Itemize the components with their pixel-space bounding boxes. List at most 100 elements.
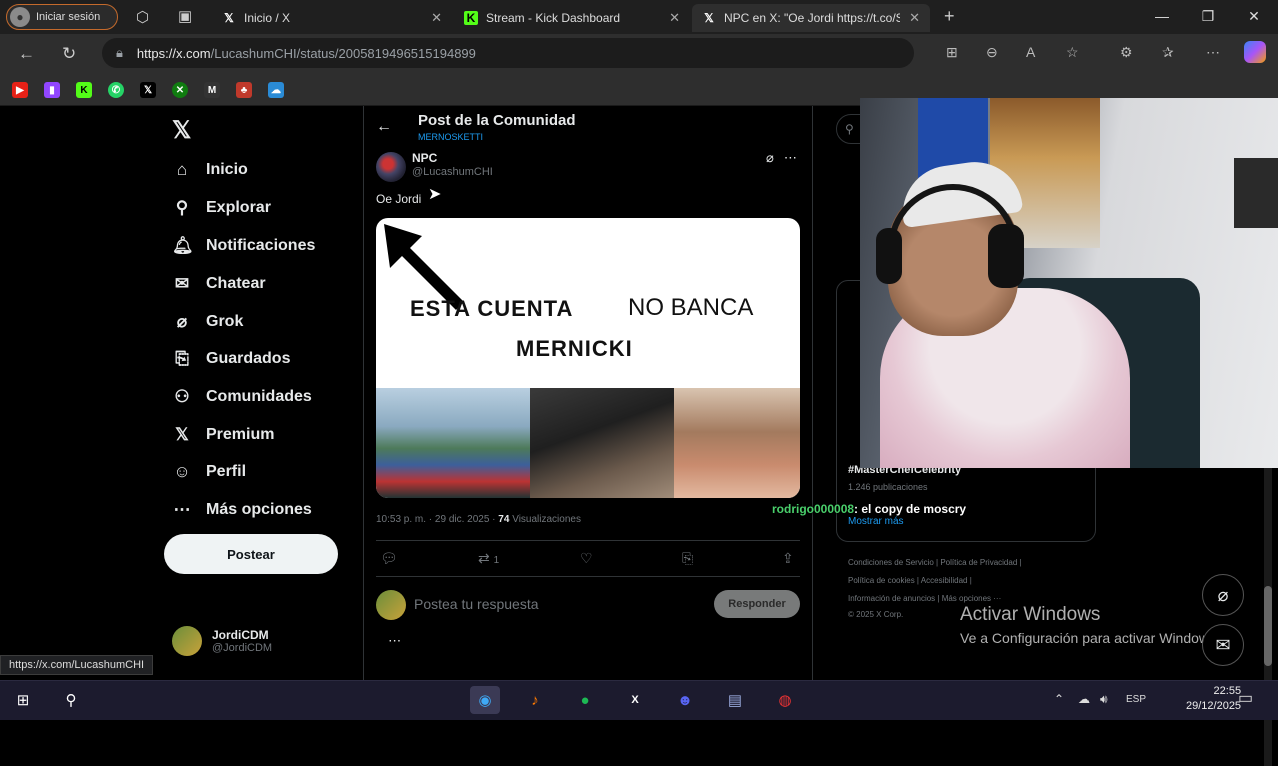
sidebar-item-label: Más opciones xyxy=(206,501,312,518)
tab-actions-icon[interactable]: ▣ xyxy=(178,7,192,25)
back-arrow-icon[interactable]: ← xyxy=(18,44,35,64)
share-icon[interactable]: ⇪ xyxy=(782,550,794,567)
volume-icon[interactable]: 🔊︎ xyxy=(1100,692,1108,707)
refresh-icon[interactable]: ↻ xyxy=(62,44,76,64)
whatsapp-icon[interactable]: ✆ xyxy=(108,82,124,98)
search-icon[interactable]: ⚲ xyxy=(56,686,86,714)
author-handle[interactable]: @LucashumCHI xyxy=(412,166,493,178)
app-icon[interactable]: ♣ xyxy=(236,82,252,98)
grok-icon[interactable]: ⌀ xyxy=(766,150,774,166)
obs-icon[interactable]: ◍ xyxy=(770,686,800,714)
search-icon: ⚲ xyxy=(175,198,189,217)
footer-links[interactable]: Información de anuncios | Más opciones ·… xyxy=(848,594,1001,603)
notifications-icon[interactable]: ▭ xyxy=(1238,688,1253,708)
scrollbar-thumb[interactable] xyxy=(1264,586,1272,666)
signin-button[interactable]: ● Iniciar sesión xyxy=(6,4,118,30)
x-logo-icon[interactable]: 𝕏 xyxy=(172,116,191,145)
back-arrow-icon[interactable]: ← xyxy=(376,118,392,136)
stream-chat-message: rodrigo000008: el copy de moscry xyxy=(772,502,966,516)
discord-icon[interactable]: ☻ xyxy=(670,686,700,714)
author-avatar[interactable] xyxy=(376,152,406,182)
account-more-icon[interactable]: ⋯ xyxy=(388,633,401,649)
xbox-icon[interactable]: ✕ xyxy=(172,82,188,98)
grok-icon: ⌀ xyxy=(1217,584,1229,605)
close-window-icon[interactable]: ✕ xyxy=(1244,8,1264,25)
minimize-icon[interactable]: — xyxy=(1152,8,1172,24)
language-indicator[interactable]: ESP xyxy=(1126,694,1146,705)
sidebar-item-perfil[interactable]: ☺ Perfil xyxy=(172,462,246,482)
sidebar-item-label: Comunidades xyxy=(206,388,312,405)
chat-username: rodrigo000008 xyxy=(772,502,855,516)
headphone-cup xyxy=(988,224,1024,288)
restore-icon[interactable]: ❐ xyxy=(1198,8,1218,25)
sidebar-item-premium[interactable]: 𝕏 Premium xyxy=(172,425,274,445)
sidebar-item-explorar[interactable]: ⚲ Explorar xyxy=(172,198,271,218)
kick-icon[interactable]: K xyxy=(76,82,92,98)
reply-input[interactable]: Postea tu respuesta xyxy=(414,596,539,612)
more-menu-icon[interactable]: ⋯ xyxy=(1206,44,1220,61)
like-icon[interactable]: ♡ xyxy=(580,550,593,567)
sidebar-item-chatear[interactable]: ✉ Chatear xyxy=(172,274,266,294)
post-text: Oe Jordi xyxy=(376,192,422,206)
reply-icon[interactable]: 💬︎ xyxy=(380,550,398,567)
bookmark-icon[interactable]: ⎘ xyxy=(682,550,693,567)
address-toolbar: ← ↻ 🔒︎ https://x.com/LucashumCHI/status/… xyxy=(0,34,1278,74)
close-tab-icon[interactable]: ✕ xyxy=(431,10,442,26)
copilot-icon[interactable] xyxy=(1244,41,1266,63)
community-link[interactable]: MERNOSKETTI xyxy=(418,132,483,142)
xsplit-icon[interactable]: X xyxy=(620,686,650,714)
repost-button[interactable]: ⇄ 1 xyxy=(478,550,499,567)
sidebar-item-inicio[interactable]: ⌂ Inicio xyxy=(172,160,248,180)
close-tab-icon[interactable]: ✕ xyxy=(909,10,920,26)
home-icon: ⌂ xyxy=(176,160,188,179)
reply-button[interactable]: Responder xyxy=(714,590,800,618)
youtube-icon[interactable]: ▶ xyxy=(12,82,28,98)
footer-links[interactable]: Política de cookies | Accesibilidad | xyxy=(848,576,972,585)
collections-icon[interactable]: ⬡ xyxy=(136,8,149,26)
author-name[interactable]: NPC xyxy=(412,151,437,165)
post-image[interactable]: ESTA CUENTA NO BANCA MERNICKI xyxy=(376,218,800,498)
grok-fab-button[interactable]: ⌀ xyxy=(1202,574,1244,616)
address-bar[interactable]: 🔒︎ https://x.com/LucashumCHI/status/2005… xyxy=(102,38,914,68)
meme-photo-group xyxy=(530,388,674,498)
sidebar-item-notificaciones[interactable]: 🔔︎ Notificaciones xyxy=(172,236,315,256)
tab-kick-dashboard[interactable]: K Stream - Kick Dashboard ✕ xyxy=(454,4,690,32)
post-button[interactable]: Postear xyxy=(164,534,338,574)
messages-fab-button[interactable]: ✉ xyxy=(1202,624,1244,666)
favorites-icon[interactable]: ✰ xyxy=(1162,44,1174,61)
tab-inicio[interactable]: 𝕏 Inicio / X ✕ xyxy=(212,4,452,32)
tray-chevron-icon[interactable]: ⌃ xyxy=(1054,692,1064,706)
close-tab-icon[interactable]: ✕ xyxy=(669,10,680,26)
x-bookmark-icon[interactable]: 𝕏 xyxy=(140,82,156,98)
app-available-icon[interactable]: ⊞ xyxy=(946,44,958,61)
sidebar-item-mas-opciones[interactable]: ⋯ Más opciones xyxy=(172,500,312,520)
sidebar-item-comunidades[interactable]: ⚇ Comunidades xyxy=(172,387,312,407)
tab-npc-post[interactable]: 𝕏 NPC en X: "Oe Jordi https://t.co/S ✕ xyxy=(692,4,930,32)
account-switcher[interactable]: JordiCDM @JordiCDM ⋯ xyxy=(172,626,401,656)
notepad-icon[interactable]: ▤ xyxy=(720,686,750,714)
windows-start-icon[interactable]: ⊞ xyxy=(8,686,38,714)
extensions-icon[interactable]: ⚙ xyxy=(1120,44,1133,61)
edge-icon[interactable]: ◉ xyxy=(470,686,500,714)
more-options-icon[interactable]: ⋯ xyxy=(784,150,797,166)
trend-count: 1.246 publicaciones xyxy=(848,482,928,492)
sidebar-item-guardados[interactable]: ⎘ Guardados xyxy=(172,349,290,369)
twitch-icon[interactable]: ▮ xyxy=(44,82,60,98)
show-more-link[interactable]: Mostrar más xyxy=(848,516,904,527)
spotify-icon[interactable]: ● xyxy=(570,686,600,714)
cloud-icon[interactable]: ☁ xyxy=(268,82,284,98)
read-aloud-icon[interactable]: A xyxy=(1026,44,1035,60)
system-clock[interactable]: 22:55 29/12/2025 xyxy=(1186,684,1241,714)
browser-tab-bar: ● Iniciar sesión ⬡ ▣ 𝕏 Inicio / X ✕ K St… xyxy=(0,0,1278,34)
mouse-cursor-icon: ➤ xyxy=(428,186,442,203)
m-app-icon[interactable]: M xyxy=(204,82,220,98)
new-tab-plus-icon[interactable]: + xyxy=(944,6,955,27)
favorite-star-icon[interactable]: ☆ xyxy=(1066,44,1079,61)
network-icon[interactable]: ☁ xyxy=(1078,692,1090,706)
mail-icon: ✉ xyxy=(1215,634,1231,655)
sidebar-item-label: Premium xyxy=(206,426,275,443)
sidebar-item-grok[interactable]: ⌀ Grok xyxy=(172,312,243,332)
footer-links[interactable]: Condiciones de Servicio | Política de Pr… xyxy=(848,558,1022,567)
zoom-icon[interactable]: ⊖ xyxy=(986,44,998,61)
fl-studio-icon[interactable]: ♪ xyxy=(520,686,550,714)
